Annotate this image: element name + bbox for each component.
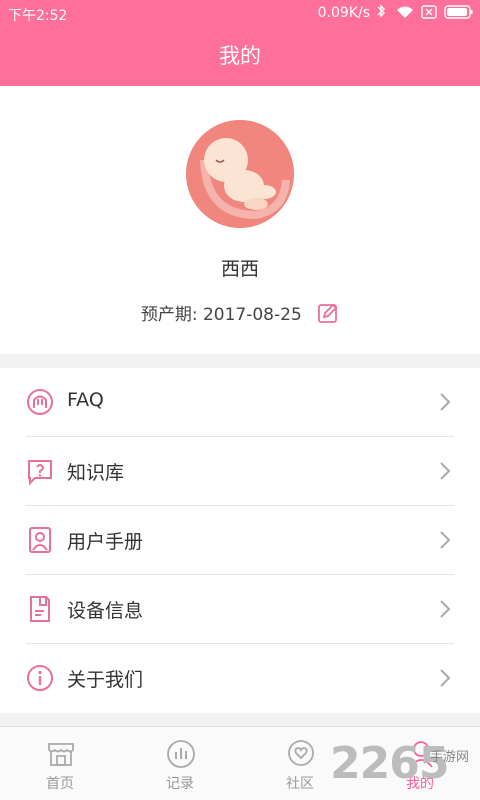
- menu-item-label: FAQ: [67, 389, 104, 411]
- chevron-right-icon: [440, 669, 451, 687]
- chevron-right-icon: [440, 393, 451, 411]
- menu-item-about[interactable]: 关于我们: [0, 644, 480, 713]
- menu-item-device-info[interactable]: 设备信息: [0, 575, 480, 644]
- watermark-text: 手游网: [430, 750, 470, 765]
- menu-item-label: 关于我们: [67, 669, 144, 691]
- status-time: 下午2:52: [8, 8, 68, 24]
- menu-item-manual[interactable]: 用户手册: [0, 506, 480, 575]
- community-heart-icon: [288, 740, 314, 766]
- network-speed: 0.09K/s: [317, 5, 370, 21]
- menu-item-label: 用户手册: [67, 531, 144, 553]
- question-chat-icon: [28, 460, 52, 485]
- nickname: 西西: [220, 258, 259, 280]
- menu-item-label: 知识库: [67, 462, 125, 484]
- chevron-right-icon: [440, 462, 451, 480]
- profile-section: 西西 预产期: 2017-08-25: [0, 86, 480, 354]
- tab-label: 首页: [46, 776, 74, 792]
- tab-record[interactable]: 记录: [120, 727, 240, 800]
- faq-icon: [27, 389, 53, 415]
- due-date-label: 预产期: 2017-08-25: [140, 305, 302, 325]
- due-date: 预产期: 2017-08-25: [0, 300, 480, 325]
- user-manual-icon: [29, 527, 51, 553]
- battery-icon: [444, 5, 473, 19]
- bluetooth-icon: [377, 4, 385, 18]
- device-info-icon: [30, 596, 50, 622]
- record-chart-icon: [167, 740, 195, 768]
- status-icons: [372, 4, 474, 20]
- wifi-icon: [397, 6, 413, 18]
- baby-avatar[interactable]: [186, 120, 294, 228]
- menu-item-knowledge[interactable]: 知识库: [0, 437, 480, 506]
- edit-icon[interactable]: [317, 302, 339, 324]
- page-title: 我的: [0, 26, 480, 86]
- watermark: 2265 手游网: [330, 738, 480, 798]
- tab-label: 记录: [166, 776, 194, 792]
- chevron-right-icon: [440, 531, 451, 549]
- menu-item-faq[interactable]: FAQ: [0, 368, 480, 437]
- menu-item-label: 设备信息: [67, 600, 144, 622]
- home-store-icon: [48, 743, 74, 766]
- chevron-right-icon: [440, 600, 451, 618]
- sim-off-icon: [421, 5, 437, 19]
- settings-menu: FAQ 知识库 用户手册 设备信息 关于我们: [0, 368, 480, 713]
- tab-home[interactable]: 首页: [0, 727, 120, 800]
- baby-illustration: [186, 120, 294, 228]
- status-bar: 下午2:52 0.09K/s: [0, 0, 480, 26]
- info-icon: [27, 665, 53, 691]
